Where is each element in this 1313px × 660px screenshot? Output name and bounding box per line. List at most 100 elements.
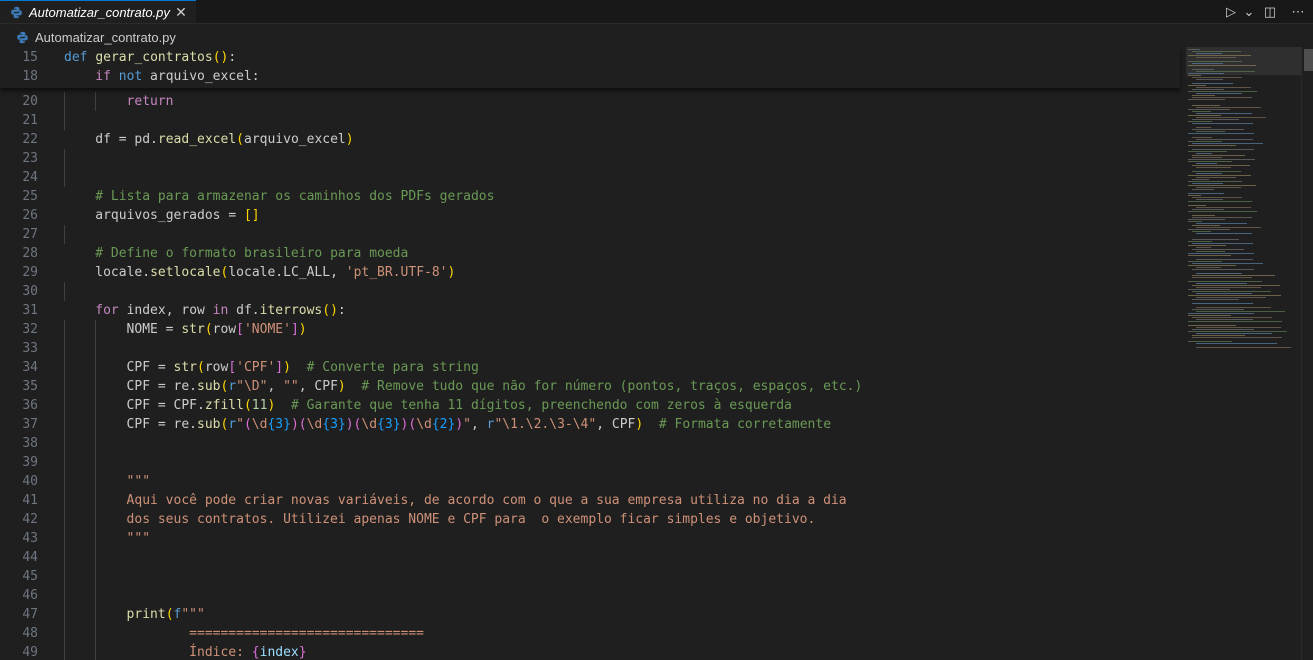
- code-line[interactable]: 26 arquivos_gerados = []: [0, 206, 1180, 225]
- breadcrumb-file[interactable]: Automatizar_contrato.py: [35, 30, 176, 45]
- code-text: CPF = str(row['CPF']) # Converte para st…: [127, 358, 479, 377]
- code-line[interactable]: 47 print(f""": [0, 605, 1180, 624]
- code-token: str: [181, 322, 205, 337]
- code-line[interactable]: 44: [0, 548, 1180, 567]
- editor-tab[interactable]: Automatizar_contrato.py ✕: [0, 0, 196, 23]
- code-line[interactable]: 49 Índice: {index}: [0, 643, 1180, 660]
- code-line[interactable]: 27: [0, 225, 1180, 244]
- code-line[interactable]: 38: [0, 434, 1180, 453]
- scrollbar-thumb[interactable]: [1304, 49, 1313, 71]
- line-number: 26: [22, 208, 38, 223]
- minimap-line: [1192, 51, 1241, 52]
- code-token: for: [95, 303, 119, 318]
- minimap-line: [1196, 139, 1253, 140]
- code-token: \d: [361, 417, 378, 432]
- code-line[interactable]: 41 Aqui você pode criar novas variáveis, …: [0, 491, 1180, 510]
- minimap-line: [1192, 291, 1271, 292]
- code-line[interactable]: 30: [0, 282, 1180, 301]
- vertical-scrollbar[interactable]: [1301, 47, 1313, 660]
- code-token: {3}: [322, 417, 346, 432]
- code-line[interactable]: 20 return: [0, 92, 1180, 111]
- minimap-line: [1188, 61, 1242, 62]
- tab-bar: Automatizar_contrato.py ✕ ▷ ⌄ ◫ ⋯: [0, 0, 1313, 24]
- indent-guide: [64, 149, 65, 168]
- run-icon[interactable]: ▷: [1221, 0, 1241, 23]
- code-text: df = pd.read_excel(arquivo_excel): [95, 130, 353, 149]
- code-token: (: [204, 322, 213, 337]
- minimap-line: [1188, 121, 1212, 122]
- code-line[interactable]: 21: [0, 111, 1180, 130]
- minimap-line: [1192, 299, 1239, 300]
- minimap-line: [1196, 347, 1291, 348]
- code-line[interactable]: 15 def gerar_contratos():: [0, 48, 1180, 67]
- code-line[interactable]: 25 # Lista para armazenar os caminhos dos…: [0, 187, 1180, 206]
- code-line[interactable]: 39: [0, 453, 1180, 472]
- minimap-line: [1196, 131, 1225, 132]
- minimap-line: [1188, 65, 1256, 66]
- code-line[interactable]: 29 locale.setlocale(locale.LC_ALL, 'pt_BR…: [0, 263, 1180, 282]
- code-token: """: [126, 474, 151, 489]
- code-token: def: [64, 50, 88, 65]
- code-token: :: [337, 303, 346, 318]
- more-actions-icon[interactable]: ⋯: [1283, 0, 1313, 23]
- code-token: if: [95, 69, 111, 84]
- indent-guide: [64, 225, 65, 244]
- code-line[interactable]: 31 for index, row in df.iterrows():: [0, 301, 1180, 320]
- minimap-line: [1192, 165, 1250, 166]
- code-text: print(f""": [127, 605, 205, 624]
- code-token: (): [212, 50, 229, 65]
- code-line[interactable]: 42 dos seus contratos. Utilizei apenas NO…: [0, 510, 1180, 529]
- chevron-down-icon[interactable]: ⌄: [1241, 0, 1257, 23]
- code-token: ): [283, 360, 291, 375]
- code-line[interactable]: 46: [0, 586, 1180, 605]
- minimap-line: [1188, 145, 1236, 146]
- minimap-line: [1188, 211, 1257, 212]
- code-line[interactable]: 22 df = pd.read_excel(arquivo_excel): [0, 130, 1180, 149]
- code-token: ): [635, 417, 644, 432]
- code-line[interactable]: 37 CPF = re.sub(r"(\d{3})(\d{3})(\d{3})(\…: [0, 415, 1180, 434]
- minimap-line: [1196, 293, 1252, 294]
- close-icon[interactable]: ✕: [172, 2, 190, 22]
- code-line[interactable]: 45: [0, 567, 1180, 586]
- minimap-line: [1192, 231, 1211, 232]
- code-text: NOME = str(row['NOME']): [127, 320, 307, 339]
- minimap-line: [1188, 133, 1254, 134]
- code-token: {: [251, 645, 260, 660]
- code-line[interactable]: 35 CPF = re.sub(r"\D", "", CPF) # Remove …: [0, 377, 1180, 396]
- split-editor-icon[interactable]: ◫: [1257, 0, 1283, 23]
- minimap-line: [1192, 269, 1254, 270]
- code-token: ,: [470, 417, 487, 432]
- indent-guide: [95, 586, 97, 605]
- minimap-line: [1192, 249, 1244, 250]
- code-line[interactable]: 18 if not arquivo_excel:: [0, 67, 1180, 86]
- minimap-line: [1188, 91, 1257, 92]
- code-line[interactable]: 33: [0, 339, 1180, 358]
- code-line[interactable]: 23: [0, 149, 1180, 168]
- code-line[interactable]: 24: [0, 168, 1180, 187]
- code-line[interactable]: 48 ==============================: [0, 624, 1180, 643]
- minimap-line: [1188, 221, 1202, 222]
- minimap-line: [1188, 181, 1242, 182]
- code-token: ]: [275, 360, 284, 375]
- minimap-line: [1196, 251, 1225, 252]
- minimap[interactable]: [1186, 47, 1301, 660]
- code-line[interactable]: 28 # Define o formato brasileiro para moe…: [0, 244, 1180, 263]
- code-line[interactable]: 43 """: [0, 529, 1180, 548]
- indent-guide: [64, 168, 65, 187]
- line-number: 15: [22, 50, 38, 65]
- code-editor[interactable]: 20 return 21 22 df = pd.read_excel(arquivo_e…: [0, 47, 1180, 660]
- code-line[interactable]: 32 NOME = str(row['NOME']): [0, 320, 1180, 339]
- minimap-line: [1196, 273, 1242, 274]
- sticky-scroll[interactable]: 15 def gerar_contratos(): 18 if not arquivo…: [0, 47, 1180, 88]
- code-text: """: [127, 529, 150, 548]
- minimap-line: [1192, 89, 1224, 90]
- indent-guide: [64, 434, 65, 453]
- indent-guide: [95, 415, 97, 434]
- code-line[interactable]: 36 CPF = CPF.zfill(11) # Garante que tenh…: [0, 396, 1180, 415]
- line-number: 22: [22, 132, 38, 147]
- code-line[interactable]: 34 CPF = str(row['CPF']) # Converte para …: [0, 358, 1180, 377]
- code-token: # Remove tudo que não for número (pontos…: [361, 379, 863, 394]
- minimap-line: [1188, 185, 1256, 186]
- code-line[interactable]: 40 """: [0, 472, 1180, 491]
